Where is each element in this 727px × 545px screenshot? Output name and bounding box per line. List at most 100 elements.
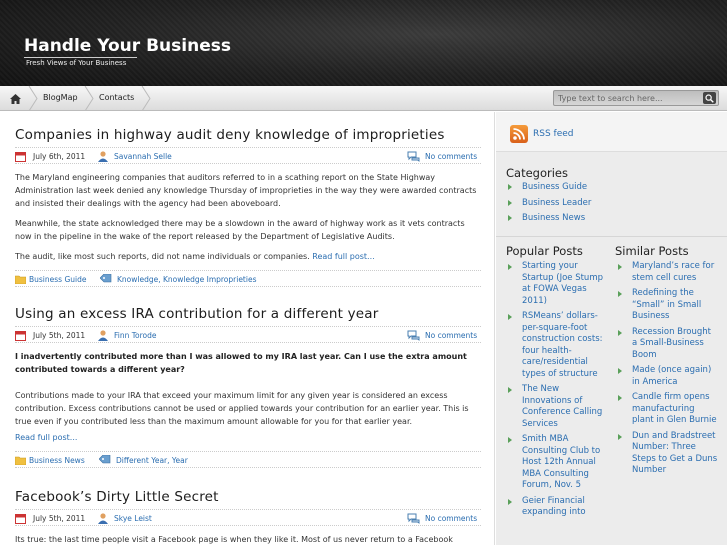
popular-post-label: Geier Financial expanding into [522,495,586,518]
nav-separator [84,86,94,111]
similar-post-label: Recession Brought a Small-Business Boom [632,326,712,360]
bullet-icon [618,329,622,336]
post-body: I inadvertently contributed more than I … [15,350,481,444]
bullet-icon [618,433,622,440]
similar-post-label: Dun and Bradstreet Number: Three Steps t… [632,430,718,476]
post-title[interactable]: Using an excess IRA contribution for a d… [15,306,481,322]
post-paragraph: Meanwhile, the state acknowledged there … [15,219,465,241]
nav-item-blogmap[interactable]: BlogMap [43,93,78,102]
post-title[interactable]: Companies in highway audit deny knowledg… [15,127,481,143]
similar-post-label: Redefining the “Small” in Small Business [632,288,702,321]
site-header: Handle Your Business Fresh Views of Your… [0,0,727,86]
home-button[interactable] [0,86,30,111]
folder-icon [15,275,26,284]
similar-post-item[interactable]: Dun and Bradstreet Number: Three Steps t… [618,431,718,477]
similar-post-item[interactable]: Redefining the “Small” in Small Business [618,288,718,323]
popular-post-label: The New Innovations of Conference Callin… [522,384,603,429]
category-item[interactable]: Business Guide [508,182,591,198]
popular-post-label: RSMeans’ dollars-per-square-foot constru… [522,311,603,379]
post-paragraph: The Maryland engineering companies that … [15,173,477,208]
post-tag-list[interactable]: Different Year, Year [116,456,188,465]
post-title[interactable]: Facebook’s Dirty Little Secret [15,489,481,505]
post: Facebook’s Dirty Little Secret July 5th,… [15,489,481,545]
comments-icon [407,330,420,341]
main-content: Companies in highway audit deny knowledg… [0,112,495,545]
category-label: Business Leader [522,197,592,208]
title-divider [24,57,137,58]
rss-widget: RSS feed [496,112,727,152]
user-icon [98,330,108,341]
bullet-icon [618,395,622,401]
similar-post-item[interactable]: Candle firm opens manufacturing plant in… [618,392,718,427]
nav-item-contacts[interactable]: Contacts [99,93,134,102]
similar-post-label: Made (once again) in America [632,365,712,387]
bullet-icon [618,264,622,270]
post-category[interactable]: Business Guide [29,275,86,284]
popular-posts-heading: Popular Posts [506,244,583,258]
site-title[interactable]: Handle Your Business [24,36,231,56]
popular-post-item[interactable]: Geier Financial expanding into [508,496,603,519]
categories-list: Business Guide Business Leader Business … [508,182,591,229]
popular-post-item[interactable]: RSMeans’ dollars-per-square-foot constru… [508,311,603,380]
rss-feed-link[interactable]: RSS feed [533,129,574,139]
similar-post-item[interactable]: Made (once again) in America [618,365,718,388]
bullet-icon [618,368,622,374]
search-input[interactable] [558,93,698,104]
post-date: July 6th, 2011 [33,152,86,161]
popular-post-item[interactable]: Starting your Startup (Joe Stump at FOWA… [508,261,603,307]
popular-post-item[interactable]: Smith MBA Consulting Club to Host 12th A… [508,434,603,492]
bullet-icon [508,264,512,270]
search-box [553,90,719,106]
read-more-link[interactable]: Read full post... [15,433,77,442]
post-paragraph: Its true: the last time people visit a F… [15,535,453,544]
similar-post-item[interactable]: Recession Brought a Small-Business Boom [618,327,718,362]
search-icon [705,93,714,103]
popular-posts-list: Starting your Startup (Joe Stump at FOWA… [508,261,603,523]
comments-icon [407,513,420,524]
post-author[interactable]: Savannah Selle [114,152,172,161]
similar-posts-list: Maryland’s race for stem cell cures Rede… [618,261,718,481]
popular-post-label: Smith MBA Consulting Club to Host 12th A… [522,434,601,490]
post-meta: July 5th, 2011 Skye Leist No comments [15,509,481,526]
post-comments-link[interactable]: No comments [425,152,477,161]
post-lead: I inadvertently contributed more than I … [15,352,467,374]
similar-post-item[interactable]: Maryland’s race for stem cell cures [618,261,718,284]
post-meta: July 6th, 2011 Savannah Selle No comment… [15,147,481,164]
search-button[interactable] [703,92,716,104]
similar-post-label: Candle firm opens manufacturing plant in… [632,392,717,425]
calendar-icon [15,331,26,341]
calendar-icon [15,514,26,524]
category-item[interactable]: Business News [508,213,591,229]
post-paragraph-text: The audit, like most such reports, did n… [15,252,310,261]
popular-post-label: Starting your Startup (Joe Stump at FOWA… [522,261,603,306]
post-author[interactable]: Finn Torode [114,331,157,340]
post-tags: Business News Different Year, Year [15,451,481,468]
user-icon [98,513,108,524]
user-icon [98,151,108,162]
post-paragraph: The audit, like most such reports, did n… [15,250,481,263]
similar-posts-heading: Similar Posts [615,244,689,258]
bullet-icon [508,184,512,190]
bullet-icon [508,215,512,221]
post-category[interactable]: Business News [29,456,85,465]
bullet-icon [508,498,512,505]
popular-post-item[interactable]: The New Innovations of Conference Callin… [508,384,603,430]
tag-icon [100,274,112,283]
post-meta: July 5th, 2011 Finn Torode No comments [15,326,481,343]
tag-icon [99,455,111,464]
similar-post-label: Maryland’s race for stem cell cures [632,261,715,283]
categories-heading: Categories [506,166,568,180]
post-comments-link[interactable]: No comments [425,331,477,340]
post-date: July 5th, 2011 [33,514,86,523]
post-author[interactable]: Skye Leist [114,514,152,523]
read-more-link[interactable]: Read full post... [312,252,374,261]
bullet-icon [508,437,512,443]
post: Using an excess IRA contribution for a d… [15,306,481,468]
post-date: July 5th, 2011 [33,331,86,340]
category-label: Business Guide [522,182,588,192]
category-item[interactable]: Business Leader [508,198,591,214]
post-comments-link[interactable]: No comments [425,514,477,523]
post-tag-list[interactable]: Knowledge, Knowledge Improprieties [117,275,256,284]
folder-icon [15,456,26,465]
rss-icon[interactable] [510,125,528,143]
